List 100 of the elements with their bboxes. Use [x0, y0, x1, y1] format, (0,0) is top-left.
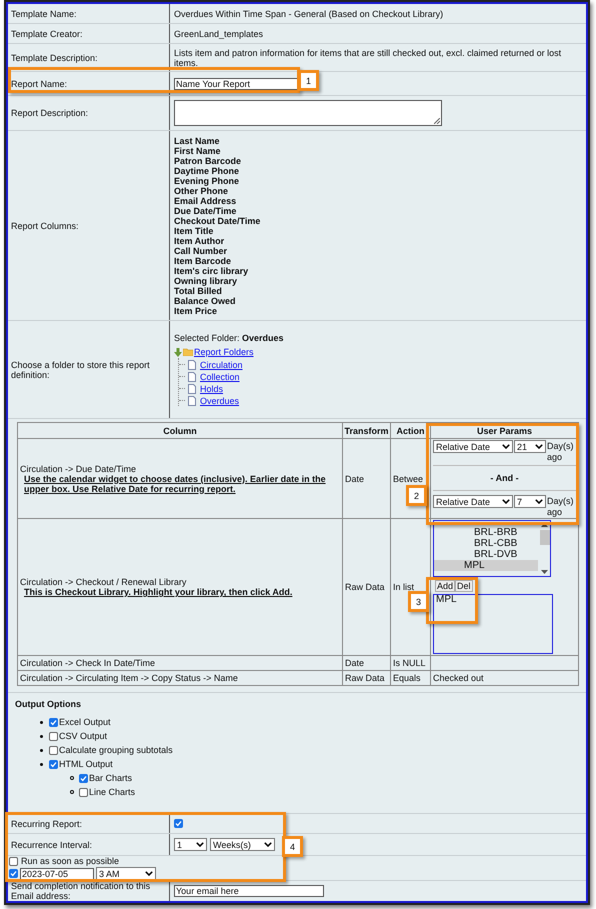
folder-icon [183, 348, 193, 356]
folder-link[interactable]: Collection [200, 372, 240, 382]
column-name: Item's circ library [174, 266, 250, 276]
checkbox[interactable] [9, 856, 18, 866]
selected-list[interactable]: MPL [433, 594, 553, 654]
column-name: Call Number [174, 246, 228, 256]
scroll-thumb[interactable] [540, 530, 550, 545]
unit-select[interactable]: Weeks(s) [210, 838, 275, 851]
scroll-up-icon[interactable] [541, 523, 548, 527]
section-title: Output Options [15, 699, 82, 709]
column-name: Checkout Date/Time [174, 216, 262, 226]
resize-grip-icon[interactable] [434, 118, 440, 124]
checkbox[interactable] [49, 746, 58, 754]
list-option[interactable]: BRL-DVB [434, 549, 538, 560]
email-field[interactable]: Your email here [174, 885, 324, 897]
field-label: Template Creator: [11, 28, 83, 38]
table-cell: Date [345, 474, 364, 484]
checkbox-label: CSV Output [59, 731, 108, 741]
folder-link[interactable]: Report Folders [194, 347, 254, 357]
selected-folder-text: Selected Folder: Overdues [174, 333, 285, 343]
checkbox[interactable] [79, 774, 88, 782]
bullet-icon [40, 720, 43, 724]
list-option[interactable]: BRL-BRB [434, 527, 538, 538]
column-name: Due Date/Time [174, 206, 238, 216]
checkbox-label: HTML Output [59, 759, 113, 769]
field-label: Send completion notification to this Email address: [11, 881, 152, 901]
column-path: Circulation -> Checkout / Renewal Library [20, 577, 188, 587]
field-label: Choose a folder to store this report definition: [11, 360, 151, 380]
column-name: Patron Barcode [174, 156, 242, 166]
field-label: Report Columns: [11, 220, 79, 230]
library-list[interactable]: BRL-BRB BRL-CBB BRL-DVB MPL [433, 520, 551, 577]
date-field[interactable]: 2023-07-05 [20, 868, 94, 880]
unit-text: Day(s) ago [547, 441, 574, 463]
field-value: Lists item and patron information for items that are still checked out, excl. claimed returned or lost items. [174, 48, 562, 68]
instruction-text: Use the calendar widget to choose dates (inclusive). Earlier date in the upper box. Use Relative Date for recurring report. [24, 474, 327, 494]
column-path: Circulation -> Due Date/Time [20, 464, 137, 474]
type-select[interactable]: Relative Date [433, 440, 513, 453]
column-header: Column [18, 422, 342, 438]
chevron-icon [502, 444, 510, 449]
arrow-down-icon[interactable] [174, 348, 182, 356]
folder-link[interactable]: Holds [200, 384, 224, 394]
chevron-icon [535, 444, 543, 449]
table-cell: Equals [393, 673, 421, 683]
checkbox-label: Bar Charts [89, 773, 132, 783]
time-select[interactable]: 3 AM [96, 867, 156, 880]
folder-link[interactable]: Circulation [200, 360, 243, 370]
field-value: Overdues Within Time Span - General (Based on Checkout Library) [174, 8, 444, 18]
list-option[interactable]: MPL [436, 595, 457, 605]
folder-link[interactable]: Overdues [200, 396, 240, 406]
callout-number: 4 [282, 836, 303, 857]
field-label: Recurring Report: [11, 818, 82, 828]
amount-select[interactable]: 7 [514, 495, 546, 508]
checkbox[interactable] [9, 869, 18, 878]
table-cell: Betwee [393, 474, 424, 484]
checkbox[interactable] [79, 788, 88, 796]
add-button[interactable]: Add [435, 580, 456, 592]
column-name: Evening Phone [174, 176, 240, 186]
column-name: Daytime Phone [174, 166, 240, 176]
unit-text: Day(s) ago [547, 496, 574, 518]
scroll-down-icon[interactable] [541, 570, 548, 574]
field-label: Recurrence Interval: [11, 840, 92, 850]
table-cell: Raw Data [345, 582, 385, 592]
column-name: Item Price [174, 306, 218, 316]
checkbox[interactable] [49, 760, 58, 768]
callout-number: 3 [408, 591, 429, 612]
checkbox-label: Calculate grouping subtotals [59, 745, 173, 755]
bullet-icon [70, 790, 74, 794]
checkbox[interactable] [174, 819, 183, 828]
checkbox[interactable] [49, 718, 58, 726]
text-field[interactable]: Name Your Report [174, 78, 299, 90]
table-cell: Checked out [433, 673, 484, 683]
bullet-icon [40, 748, 43, 752]
table-cell: In list [393, 582, 414, 592]
column-path: Circulation -> Check In Date/Time [20, 658, 156, 668]
column-name: Owning library [174, 276, 238, 286]
column-name: Total Billed [174, 286, 222, 296]
table-cell: Date [345, 658, 364, 668]
column-name: Balance Owed [174, 296, 237, 306]
list-option[interactable]: BRL-CBB [434, 538, 538, 549]
callout-number: 1 [298, 70, 319, 91]
instruction-text: This is Checkout Library. Highlight your library, then click Add. [24, 587, 294, 597]
interval-select[interactable]: 1 [174, 838, 207, 851]
type-select[interactable]: Relative Date [433, 495, 513, 508]
checkbox-label: Excel Output [59, 717, 111, 727]
list-option[interactable]: MPL [434, 560, 538, 571]
text-area[interactable] [174, 100, 442, 126]
amount-select[interactable]: 21 [514, 440, 546, 453]
column-name: Other Phone [174, 186, 230, 196]
column-header: Transform [342, 422, 390, 438]
column-name: Item Author [174, 236, 226, 246]
column-path: Circulation -> Circulating Item -> Copy Status -> Name [20, 673, 239, 683]
chevron-icon [196, 842, 204, 847]
chevron-icon [264, 842, 272, 847]
checkbox[interactable] [49, 732, 58, 740]
field-label: Template Description: [11, 52, 98, 62]
bullet-icon [40, 734, 43, 738]
callout-number: 2 [406, 485, 427, 506]
delete-button[interactable]: Del [455, 580, 473, 592]
table-cell: Raw Data [345, 673, 385, 683]
column-name: Item Title [174, 226, 214, 236]
